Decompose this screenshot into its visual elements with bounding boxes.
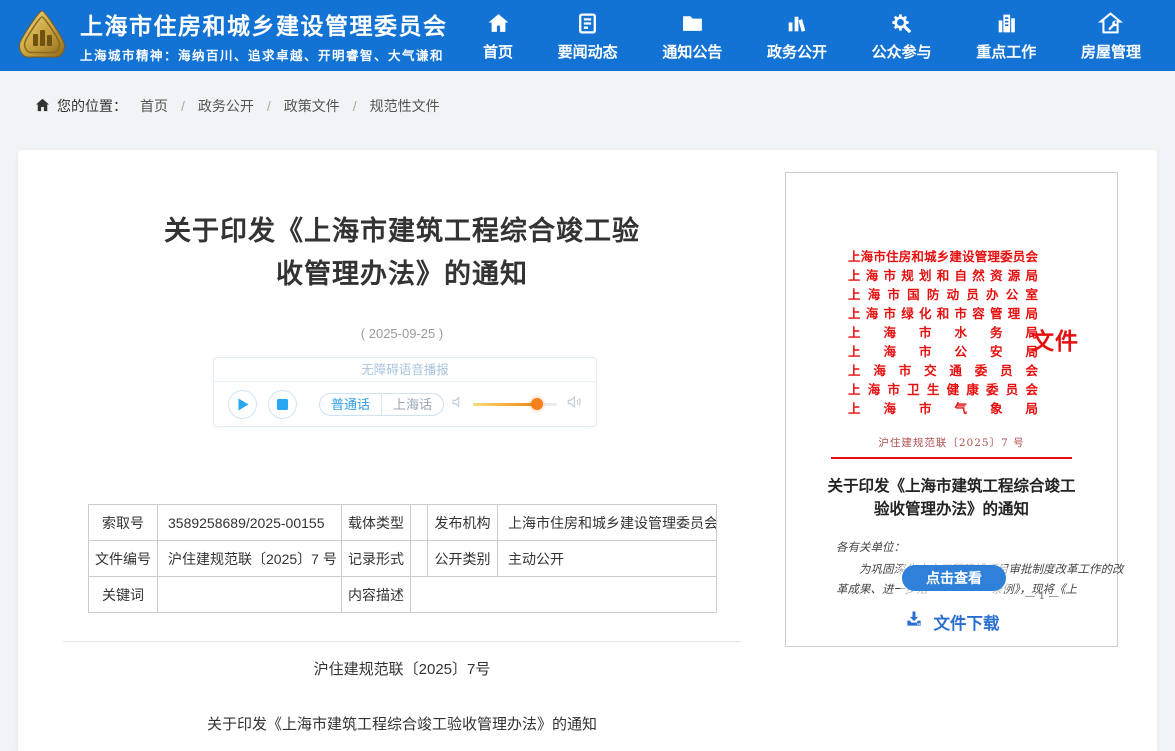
breadcrumb-link-normative-docs[interactable]: 规范性文件 [370,96,440,116]
preview-doc-title: 关于印发《上海市建筑工程综合竣工验收管理办法》的通知 [786,474,1117,520]
site-header: 上海市住房和城乡建设管理委员会 上海城市精神：海纳百川、追求卓越、开明睿智、大气… [0,0,1175,71]
document-meta-table: 索取号 3589258689/2025-00155 载体类型 发布机构 上海市住… [88,504,717,613]
audio-player: 无障碍语音播报 普通话 上海话 [213,357,597,427]
breadcrumb-link-policy-docs[interactable]: 政策文件 [284,96,340,116]
table-row: 关键词 内容描述 [89,577,717,613]
document-title: 关于印发《上海市建筑工程综合竣工验收管理办法》的通知 [63,713,741,734]
breadcrumb-separator: / [181,98,185,114]
nav-item-housing[interactable]: 房屋管理 [1081,9,1141,62]
meta-label-disclosure-type: 公开类别 [428,541,498,577]
agency-line: 上海市规划和自然资源局 [848,266,1038,285]
house-wrench-icon [1098,11,1123,36]
volume-low-icon [451,395,464,414]
meta-label-carrier-type: 载体类型 [342,505,411,541]
agency-line: 上海市气象局 [848,399,1038,418]
document-number: 沪住建规范联〔2025〕7号 [63,658,741,679]
meta-value-doc-no: 沪住建规范联〔2025〕7 号 [158,541,342,577]
meta-label-record-form: 记录形式 [342,541,411,577]
meta-value-description [411,577,717,613]
language-option-mandarin[interactable]: 普通话 [320,394,381,415]
building-icon [994,11,1019,36]
red-divider-line [831,457,1072,459]
volume-slider-handle[interactable] [531,398,543,410]
site-title: 上海市住房和城乡建设管理委员会 [80,12,448,40]
home-icon [486,11,511,36]
meta-value-issuing-agency: 上海市住房和城乡建设管理委员会 [498,505,717,541]
main-nav: 首页 要闻动态 通知公告 政务公开 公众参与 重点工作 房屋管理 [483,0,1141,71]
file-download-link[interactable]: 文件下载 [786,609,1117,634]
volume-slider[interactable] [473,403,557,406]
breadcrumb: 您的位置： 首页 / 政务公开 / 政策文件 / 规范性文件 [35,96,440,116]
stop-icon [277,399,288,410]
content-card: 关于印发《上海市建筑工程综合竣工验收管理办法》的通知 ( 2025-09-25 … [18,150,1157,751]
nav-item-participation[interactable]: 公众参与 [872,9,932,62]
section-divider [63,641,741,642]
issuing-agencies-list: 上海市住房和城乡建设管理委员会 上海市规划和自然资源局 上海市国防动员办公室 上… [848,247,1038,418]
nav-item-home[interactable]: 首页 [483,9,513,62]
agency-line: 上海市卫生健康委员会 [848,380,1038,399]
download-icon [904,609,924,634]
meta-value-keywords [158,577,342,613]
meta-label-doc-no: 文件编号 [89,541,158,577]
page-title: 关于印发《上海市建筑工程综合竣工验收管理办法》的通知 [63,210,741,296]
meta-label-description: 内容描述 [342,577,411,613]
document-preview: 上海市住房和城乡建设管理委员会 上海市规划和自然资源局 上海市国防动员办公室 上… [785,172,1118,647]
site-brand: 上海市住房和城乡建设管理委员会 上海城市精神：海纳百川、追求卓越、开明睿智、大气… [16,9,448,66]
play-icon [237,398,249,411]
preview-salutation: 各有关单位： [836,539,905,555]
language-toggle: 普通话 上海话 [319,393,444,416]
volume-control [451,395,582,414]
preview-doc-number: 沪住建规范联〔2025〕7 号 [786,435,1117,450]
meta-value-carrier-type [411,505,428,541]
agency-line: 上海市绿化和市容管理局 [848,304,1038,323]
bar-chart-icon [784,11,809,36]
meta-label-index-no: 索取号 [89,505,158,541]
breadcrumb-link-gov-info[interactable]: 政务公开 [198,96,254,116]
folder-icon [680,11,705,36]
audio-player-title: 无障碍语音播报 [214,358,596,382]
meta-value-disclosure-type: 主动公开 [498,541,717,577]
news-icon [575,11,600,36]
agency-line: 上海市公安局 [848,342,1038,361]
click-to-view-button[interactable]: 点击查看 [902,565,1006,591]
breadcrumb-home-icon [35,98,50,115]
breadcrumb-separator: / [353,98,357,114]
agency-line: 上海市水务局 [848,323,1038,342]
nav-item-gov-info[interactable]: 政务公开 [767,9,827,62]
agency-line: 上海市交通委员会 [848,361,1038,380]
nav-item-notices[interactable]: 通知公告 [662,9,722,62]
agency-line: 上海市住房和城乡建设管理委员会 [848,247,1038,266]
nav-item-key-work[interactable]: 重点工作 [976,9,1036,62]
play-button[interactable] [228,390,257,419]
publish-date: ( 2025-09-25 ) [63,326,741,341]
agency-logo-icon [16,9,68,66]
site-slogan: 上海城市精神：海纳百川、追求卓越、开明睿智、大气谦和 [80,45,448,64]
breadcrumb-label: 您的位置： [57,96,127,116]
stop-button[interactable] [268,390,297,419]
nav-item-news[interactable]: 要闻动态 [558,9,618,62]
language-option-shanghainese[interactable]: 上海话 [381,394,443,415]
table-row: 文件编号 沪住建规范联〔2025〕7 号 记录形式 公开类别 主动公开 [89,541,717,577]
preview-page-number: — 1 — [1025,590,1059,602]
breadcrumb-separator: / [267,98,271,114]
meta-label-keywords: 关键词 [89,577,158,613]
breadcrumb-link-home[interactable]: 首页 [140,96,168,116]
meta-label-issuing-agency: 发布机构 [428,505,498,541]
meta-value-record-form [411,541,428,577]
table-row: 索取号 3589258689/2025-00155 载体类型 发布机构 上海市住… [89,505,717,541]
volume-high-icon [566,395,582,414]
agency-line: 上海市国防动员办公室 [848,285,1038,304]
meta-value-index-no: 3589258689/2025-00155 [158,505,342,541]
wenjian-label: 文件 [1031,322,1079,356]
gear-search-icon [889,11,914,36]
